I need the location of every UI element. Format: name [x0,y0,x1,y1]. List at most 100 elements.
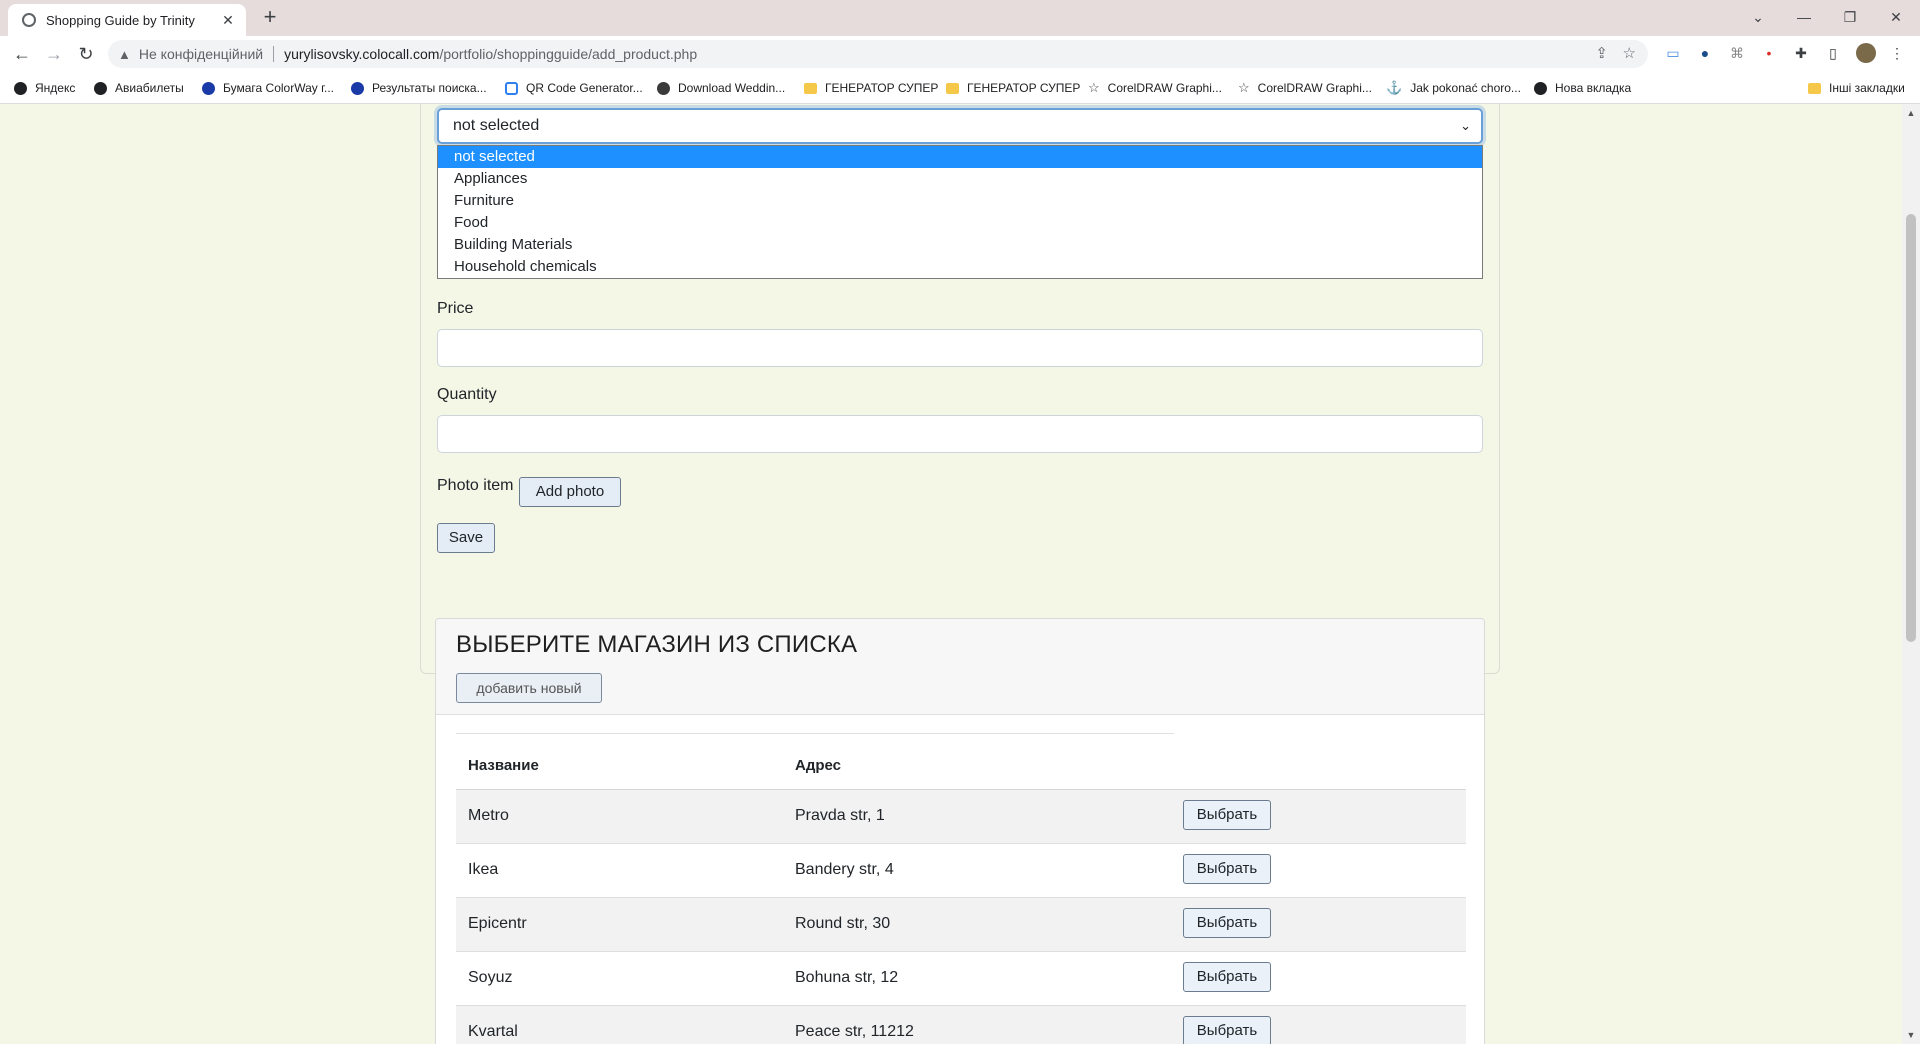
address-bar[interactable]: ▲ Не конфіденційний yurylisovsky.colocal… [108,40,1648,68]
category-option[interactable]: Household chemicals [438,256,1482,278]
folder-icon [804,82,817,94]
store-address: Bohuna str, 12 [795,969,899,986]
c-logo-icon [202,81,215,95]
price-label: Price [437,300,474,317]
bookmark-item[interactable]: ⚓ Jak pokonać choro... [1386,78,1521,98]
chevron-down-icon: ⌄ [1460,118,1471,133]
save-button[interactable]: Save [437,523,495,553]
bookmark-star-icon[interactable]: ☆ [1623,40,1636,68]
bookmark-item[interactable]: Нова вкладка [1534,78,1631,98]
store-name: Kvartal [468,1023,518,1040]
anchor-icon: ⚓ [1386,80,1403,95]
add-photo-button[interactable]: Add photo [519,477,621,507]
category-select[interactable]: not selected ⌄ [437,108,1483,144]
bookmark-label: Інші закладки [1829,81,1905,95]
bookmark-label: Авиабилеты [115,81,184,95]
select-store-button[interactable]: Выбрать [1183,854,1271,884]
extensions-puzzle-icon[interactable]: ✚ [1792,44,1810,62]
bookmark-item[interactable]: Download Weddin... [657,78,785,98]
scroll-up-arrow-icon[interactable]: ▲ [1902,106,1920,120]
photo-label: Photo item [437,477,514,494]
store-name: Metro [468,807,509,824]
scroll-down-arrow-icon[interactable]: ▼ [1902,1028,1920,1042]
scrollbar-thumb[interactable] [1906,214,1916,642]
select-store-button[interactable]: Выбрать [1183,962,1271,992]
minimize-button[interactable]: — [1786,4,1822,30]
folder-icon [1808,82,1821,94]
bookmark-label: Download Weddin... [678,81,786,95]
store-name: Soyuz [468,969,513,986]
price-input[interactable] [437,329,1483,367]
bookmark-item[interactable]: Бумага ColorWay г... [202,78,334,98]
bookmark-item[interactable]: Результаты поиска... [351,78,487,98]
category-option[interactable]: Food [438,212,1482,234]
share-icon[interactable]: ⇪ [1595,40,1608,68]
security-status[interactable]: Не конфіденційний [139,46,263,62]
category-dropdown-list: not selected Appliances Furniture Food B… [437,145,1483,279]
bookmark-item[interactable]: ☆ CorelDRAW Graphi... [1238,78,1372,98]
select-store-button[interactable]: Выбрать [1183,908,1271,938]
menu-kebab-icon[interactable]: ⋮ [1888,44,1906,62]
globe-icon [14,81,27,95]
warning-icon[interactable]: ▲ [118,47,131,62]
globe-icon [94,81,107,95]
url-path[interactable]: /portfolio/shoppingguide/add_product.php [439,46,697,62]
table-row: Metro Pravda str, 1 Выбрать [456,790,1466,844]
record-extension-icon[interactable]: • [1760,44,1778,62]
bookmark-label: Jak pokonać choro... [1410,81,1521,95]
side-panel-icon[interactable]: ▯ [1824,44,1842,62]
restore-button[interactable]: ❐ [1832,4,1868,30]
bookmark-item[interactable]: Авиабилеты [94,78,184,98]
category-option[interactable]: Furniture [438,190,1482,212]
table-row: Ikea Bandery str, 4 Выбрать [456,844,1466,898]
category-select-value: not selected [453,117,540,134]
quantity-input[interactable] [437,415,1483,453]
qr-icon [505,81,518,95]
bookmark-folder[interactable]: ГЕНЕРАТОР СУПЕР [946,78,1080,98]
bookmark-item[interactable]: Яндекс [14,78,75,98]
c-logo-icon [351,81,364,95]
screenshot-extension-icon[interactable]: ▭ [1664,44,1682,62]
bookmark-label: Яндекс [35,81,76,95]
bookmarks-bar: Яндекс Авиабилеты Бумага ColorWay г... Р… [0,72,1920,104]
store-list-card: ВЫБЕРИТЕ МАГАЗИН ИЗ СПИСКА добавить новы… [435,618,1485,1044]
other-bookmarks[interactable]: Інші закладки [1808,78,1905,98]
page-viewport: not selected ⌄ not selected Appliances F… [0,104,1902,1044]
forward-arrow-icon[interactable]: → [42,42,66,66]
bookmark-folder[interactable]: ГЕНЕРАТОР СУПЕР [804,78,938,98]
new-tab-button[interactable]: + [258,6,282,30]
category-option[interactable]: not selected [438,146,1482,168]
store-name: Epicentr [468,915,527,932]
bookmark-label: Бумага ColorWay г... [223,81,334,95]
bookmark-label: CorelDRAW Graphi... [1107,81,1222,95]
tab-strip: Shopping Guide by Trinity ✕ + ⌄ — ❐ ✕ [0,0,1920,36]
bookmark-item[interactable]: ☆ CorelDRAW Graphi... [1088,78,1222,98]
select-store-button[interactable]: Выбрать [1183,1016,1271,1044]
bookmark-item[interactable]: QR Code Generator... [505,78,643,98]
divider [273,46,275,62]
reload-icon[interactable]: ↻ [74,42,98,66]
star-icon: ☆ [1238,80,1250,95]
bookmark-label: CorelDRAW Graphi... [1257,81,1372,95]
store-address: Round str, 30 [795,915,891,932]
divider [456,733,1174,734]
table-row: Epicentr Round str, 30 Выбрать [456,898,1466,952]
vpn-extension-icon[interactable]: ● [1696,44,1714,62]
code-extension-icon[interactable]: ⌘ [1728,44,1746,62]
select-store-button[interactable]: Выбрать [1183,800,1271,830]
column-header-name: Название [468,757,539,774]
close-tab-icon[interactable]: ✕ [220,12,236,29]
active-tab[interactable]: Shopping Guide by Trinity ✕ [8,4,246,36]
store-list-header: ВЫБЕРИТЕ МАГАЗИН ИЗ СПИСКА добавить новы… [436,619,1484,715]
url-host[interactable]: yurylisovsky.colocall.com [284,46,439,62]
tab-title: Shopping Guide by Trinity [46,12,195,28]
category-option[interactable]: Building Materials [438,234,1482,256]
bookmark-label: ГЕНЕРАТОР СУПЕР [967,81,1081,95]
category-option[interactable]: Appliances [438,168,1482,190]
back-arrow-icon[interactable]: ← [10,42,34,66]
store-address: Bandery str, 4 [795,861,894,878]
close-window-button[interactable]: ✕ [1878,4,1914,30]
add-new-store-button[interactable]: добавить новый [456,673,602,703]
tab-search-icon[interactable]: ⌄ [1740,4,1776,30]
profile-avatar[interactable] [1856,43,1876,63]
